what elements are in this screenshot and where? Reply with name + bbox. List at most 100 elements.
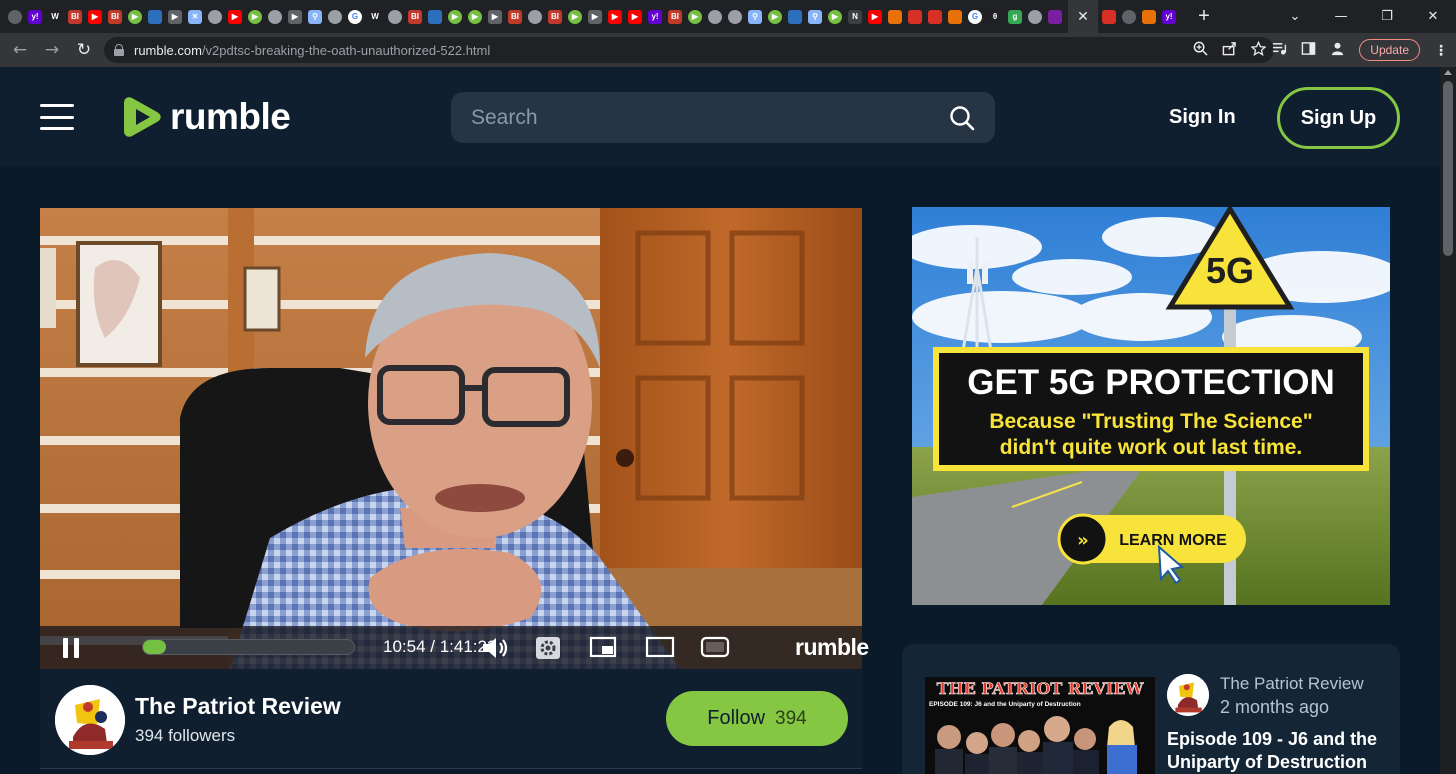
google-icon[interactable]: G xyxy=(968,9,982,24)
related-channel-name[interactable]: The Patriot Review xyxy=(1220,674,1364,694)
player-rumble-logo[interactable]: rumble xyxy=(795,634,869,661)
chrome-icon[interactable] xyxy=(8,9,22,24)
search-bar[interactable] xyxy=(451,92,995,143)
youtube-icon[interactable]: ▶ xyxy=(628,9,642,24)
zoom-icon[interactable] xyxy=(1193,41,1208,59)
menu-kebab-icon[interactable]: ⋮ xyxy=(1434,42,1448,59)
bookmark-icon[interactable] xyxy=(1142,9,1156,24)
channel-avatar[interactable] xyxy=(55,685,125,755)
maximize-button[interactable]: ❐ xyxy=(1364,9,1410,24)
yahoo-icon[interactable]: y! xyxy=(28,9,42,24)
youtube-icon[interactable]: ▶ xyxy=(88,9,102,24)
search-icon[interactable] xyxy=(949,105,975,131)
yahoo-icon[interactable]: y! xyxy=(1162,9,1176,24)
fullscreen-icon[interactable] xyxy=(700,636,730,658)
search-icon[interactable]: ⚲ xyxy=(808,9,822,24)
play-icon[interactable]: ▶ xyxy=(588,9,602,24)
channel-name[interactable]: The Patriot Review xyxy=(135,693,341,720)
wiki-icon[interactable]: W xyxy=(368,9,382,24)
address-bar[interactable]: rumble.com/v2pdtsc-breaking-the-oath-una… xyxy=(104,37,1274,63)
bi-icon[interactable]: BI xyxy=(548,9,562,24)
x-icon[interactable]: ✕ xyxy=(188,9,202,24)
rumble-icon[interactable]: ▶ xyxy=(688,9,702,24)
globe-icon[interactable] xyxy=(708,9,722,24)
side-panel-icon[interactable] xyxy=(1301,41,1316,59)
sign-in-link[interactable]: Sign In xyxy=(1169,106,1236,129)
rumble-logo[interactable]: rumble xyxy=(122,95,291,139)
page-scrollbar[interactable] xyxy=(1440,67,1456,774)
search-input[interactable] xyxy=(471,105,931,130)
rumble-icon[interactable]: ▶ xyxy=(248,9,262,24)
globe-icon[interactable] xyxy=(1028,9,1042,24)
related-video-thumbnail[interactable]: THE PATRIOT REVIEW EPISODE 109: J6 and t… xyxy=(925,677,1155,774)
globe-icon[interactable] xyxy=(208,9,222,24)
video-player[interactable] xyxy=(40,208,862,669)
rumble-icon[interactable]: ▶ xyxy=(468,9,482,24)
bookmark-icon[interactable] xyxy=(948,9,962,24)
media-control-icon[interactable] xyxy=(1272,41,1287,59)
minimize-button[interactable]: — xyxy=(1318,9,1364,24)
bookmark-icon[interactable] xyxy=(888,9,902,24)
youtube-icon[interactable]: ▶ xyxy=(868,9,882,24)
bi-icon[interactable]: BI xyxy=(408,9,422,24)
globe-icon[interactable] xyxy=(388,9,402,24)
update-button[interactable]: Update xyxy=(1359,39,1420,61)
bi-icon[interactable]: BI xyxy=(68,9,82,24)
theater-mode-icon[interactable] xyxy=(645,636,675,658)
scroll-up-arrow-icon[interactable] xyxy=(1444,70,1452,75)
vpn-icon[interactable] xyxy=(148,9,162,24)
related-video-title[interactable]: Episode 109 - J6 and the Uniparty of Des… xyxy=(1167,728,1392,774)
tab-search-button[interactable]: ⌄ xyxy=(1272,9,1318,24)
pause-icon[interactable] xyxy=(63,638,79,658)
play-icon[interactable]: ▶ xyxy=(488,9,502,24)
mic-icon[interactable] xyxy=(928,9,942,24)
lock-icon[interactable] xyxy=(114,44,124,56)
advertisement[interactable]: 5G GET 5G PROTECTION Because "Trusting T… xyxy=(912,207,1390,605)
globe-icon[interactable] xyxy=(728,9,742,24)
rumble-icon[interactable]: ▶ xyxy=(568,9,582,24)
bi-icon[interactable]: BI xyxy=(508,9,522,24)
mic-icon[interactable] xyxy=(908,9,922,24)
youtube-icon[interactable]: ▶ xyxy=(608,9,622,24)
scroll-thumb[interactable] xyxy=(1443,81,1453,256)
search-icon[interactable]: ⚲ xyxy=(748,9,762,24)
related-channel-avatar[interactable] xyxy=(1167,674,1209,716)
google-icon[interactable]: G xyxy=(348,9,362,24)
active-tab-close-icon[interactable]: ✕ xyxy=(1068,0,1098,33)
settings-gear-icon[interactable] xyxy=(535,636,561,660)
forward-button[interactable]: → xyxy=(36,40,68,60)
follow-button[interactable]: Follow 394 xyxy=(666,691,848,746)
yahoo-icon[interactable]: y! xyxy=(648,9,662,24)
share-icon[interactable] xyxy=(1222,41,1237,59)
related-video-card[interactable]: THE PATRIOT REVIEW EPISODE 109: J6 and t… xyxy=(902,644,1400,774)
rumble-icon[interactable]: ▶ xyxy=(828,9,842,24)
play-icon[interactable]: ▶ xyxy=(168,9,182,24)
menu-hamburger-icon[interactable] xyxy=(40,104,74,130)
news-icon[interactable]: N xyxy=(848,9,862,24)
bi-icon[interactable]: BI xyxy=(108,9,122,24)
globe-icon[interactable] xyxy=(528,9,542,24)
bi-icon[interactable]: BI xyxy=(668,9,682,24)
youtube-icon[interactable]: ▶ xyxy=(228,9,242,24)
progress-bar[interactable] xyxy=(142,639,355,655)
person-icon[interactable] xyxy=(1122,9,1136,24)
g-icon[interactable]: g xyxy=(1008,9,1022,24)
vpn-icon[interactable] xyxy=(788,9,802,24)
theta-icon[interactable]: θ xyxy=(988,9,1002,24)
close-window-button[interactable]: ✕ xyxy=(1410,9,1456,24)
mic-icon[interactable] xyxy=(1102,9,1116,24)
volume-icon[interactable] xyxy=(481,636,511,660)
purple-icon[interactable] xyxy=(1048,9,1062,24)
new-tab-button[interactable]: + xyxy=(1194,5,1214,28)
sign-up-button[interactable]: Sign Up xyxy=(1277,87,1400,149)
rumble-icon[interactable]: ▶ xyxy=(768,9,782,24)
back-button[interactable]: ← xyxy=(4,40,36,60)
profile-icon[interactable] xyxy=(1330,41,1345,59)
bookmark-star-icon[interactable] xyxy=(1250,40,1267,59)
rumble-icon[interactable]: ▶ xyxy=(448,9,462,24)
globe-icon[interactable] xyxy=(268,9,282,24)
wiki-icon[interactable]: W xyxy=(48,9,62,24)
play-icon[interactable]: ▶ xyxy=(288,9,302,24)
pip-icon[interactable] xyxy=(589,636,617,658)
globe-icon[interactable] xyxy=(328,9,342,24)
